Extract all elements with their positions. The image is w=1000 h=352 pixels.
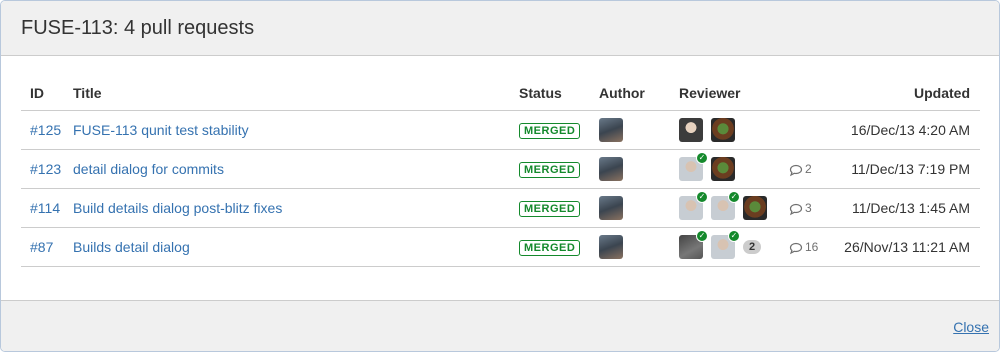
author-avatar[interactable] [599,117,623,142]
header-author: Author [599,80,679,111]
pull-requests-dialog: FUSE-113: 4 pull requests ID Title Statu… [0,0,1000,352]
header-reviewer: Reviewer [679,80,789,111]
check-icon: ✓ [728,190,740,203]
status-badge: MERGED [519,239,581,256]
comment-icon [789,164,803,176]
status-badge: MERGED [519,161,581,178]
updated-date: 11/Dec/13 7:19 PM [841,149,980,189]
comment-count[interactable]: 3 [789,201,812,215]
reviewer-avatar[interactable]: ✓ [679,229,708,259]
table-row: #123 detail dialog for commits MERGED ✓ … [21,149,980,189]
more-reviewers-badge[interactable]: 2 [743,239,762,254]
dialog-header: FUSE-113: 4 pull requests [1,1,999,56]
reviewer-avatar[interactable]: ✓ [711,190,740,220]
status-badge: MERGED [519,200,581,217]
pull-requests-table: ID Title Status Author Reviewer Updated … [21,80,980,267]
check-icon: ✓ [696,151,708,164]
table-row: #87 Builds detail dialog MERGED ✓ ✓ 2 16 2… [21,227,980,267]
check-icon: ✓ [696,229,708,242]
header-comments [789,80,841,111]
comment-count-value: 3 [805,201,812,216]
pr-id-link[interactable]: #114 [30,200,60,216]
comment-icon [789,203,803,215]
reviewer-avatar[interactable] [711,117,735,142]
reviewer-avatar[interactable]: ✓ [679,190,708,220]
updated-date: 26/Nov/13 11:21 AM [841,227,980,267]
table-header-row: ID Title Status Author Reviewer Updated [21,80,980,111]
comment-count-value: 2 [805,162,812,177]
reviewer-avatar[interactable] [743,195,767,220]
table-row: #114 Build details dialog post-blitz fix… [21,188,980,228]
pr-id-link[interactable]: #123 [30,161,61,177]
comment-count-value: 16 [805,240,819,255]
reviewer-avatar[interactable] [711,156,735,181]
pr-title-link[interactable]: Builds detail dialog [73,239,190,255]
author-avatar[interactable] [599,156,623,181]
pr-id-link[interactable]: #87 [30,239,53,255]
comment-count[interactable]: 2 [789,162,812,176]
close-button[interactable]: Close [953,319,989,335]
header-updated: Updated [841,80,980,111]
header-id: ID [21,80,73,111]
author-avatar[interactable] [599,234,623,259]
dialog-footer: Close [1,300,999,351]
table-row: #125 FUSE-113 qunit test stability MERGE… [21,110,980,150]
comment-count[interactable]: 16 [789,240,818,254]
reviewer-avatar[interactable] [679,117,703,142]
header-title: Title [73,80,519,111]
reviewer-avatar[interactable]: ✓ [679,151,708,181]
updated-date: 11/Dec/13 1:45 AM [841,188,980,228]
reviewer-avatar[interactable]: ✓ [711,229,740,259]
pr-title-link[interactable]: FUSE-113 qunit test stability [73,122,249,138]
status-badge: MERGED [519,122,581,139]
dialog-body: ID Title Status Author Reviewer Updated … [1,57,999,301]
author-avatar[interactable] [599,195,623,220]
check-icon: ✓ [696,190,708,203]
pr-title-link[interactable]: detail dialog for commits [73,161,224,177]
dialog-title: FUSE-113: 4 pull requests [21,16,255,39]
updated-date: 16/Dec/13 4:20 AM [841,110,980,150]
check-icon: ✓ [728,229,740,242]
pr-title-link[interactable]: Build details dialog post-blitz fixes [73,200,282,216]
pr-id-link[interactable]: #125 [30,122,61,138]
header-status: Status [519,80,599,111]
comment-icon [789,242,803,254]
